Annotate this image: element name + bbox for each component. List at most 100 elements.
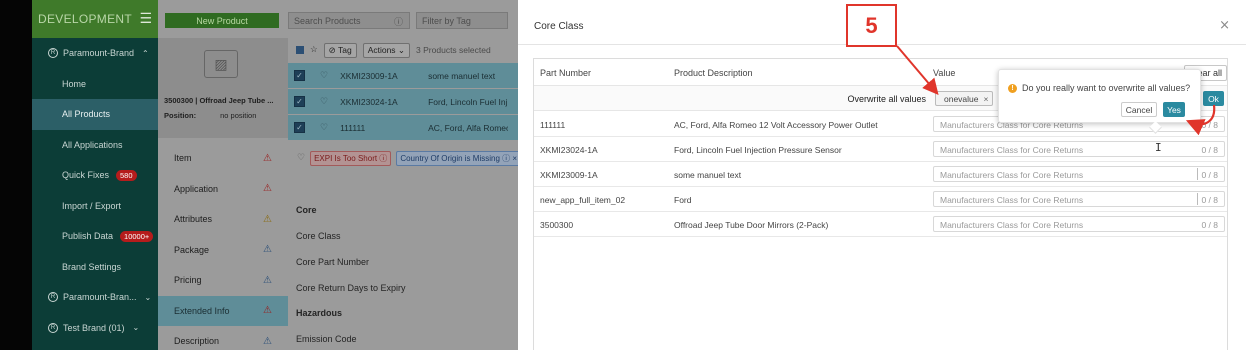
input-placeholder: Manufacturers Class for Core Returns	[940, 145, 1084, 155]
core-class-input[interactable]: Manufacturers Class for Core Returns 0 / …	[933, 166, 1225, 182]
field-label: Core Part Number	[296, 257, 370, 267]
table-row: XKMI23009-1A some manuel text Manufactur…	[534, 162, 1227, 187]
sidebar-brand-3[interactable]: R Test Brand (01) ⌄	[32, 313, 158, 344]
text-cursor-pointer-icon: I	[1155, 141, 1162, 154]
sidebar-item-all-products[interactable]: All Products	[32, 99, 158, 130]
search-input[interactable]: Search Products ⓘ	[288, 12, 410, 29]
sidebar-header: DEVELOPMENT ☰	[32, 0, 158, 38]
row-checkbox[interactable]: ✓	[294, 70, 305, 81]
tab-pricing[interactable]: Pricing ⚠	[158, 265, 288, 296]
tab-attributes[interactable]: Attributes ⚠	[158, 204, 288, 235]
sidebar-item-import-export[interactable]: Import / Export	[32, 191, 158, 222]
overwrite-label: Overwrite all values	[847, 94, 926, 104]
product-row[interactable]: ✓ ♡ 111111 AC, Ford, Alfa Romeo	[288, 115, 518, 140]
product-description: Ford, Lincoln Fuel Injection Pressure Se…	[674, 145, 842, 155]
help-icon: ⓘ	[393, 17, 403, 27]
menu-collapse-icon[interactable]: ☰	[139, 11, 152, 27]
warning-icon: ⚠	[263, 305, 272, 317]
row-checkbox[interactable]: ✓	[294, 122, 305, 133]
environment-title: DEVELOPMENT	[38, 12, 132, 26]
tab-item[interactable]: Item ⚠	[158, 143, 288, 174]
tab-label: Pricing	[174, 275, 202, 286]
core-class-input[interactable]: Manufacturers Class for Core Returns 0 / …	[933, 191, 1225, 207]
tag-filter-input[interactable]: Filter by Tag	[416, 12, 508, 29]
new-product-button[interactable]: New Product	[165, 13, 279, 28]
table-row: XKMI23024-1A Ford, Lincoln Fuel Injectio…	[534, 137, 1227, 162]
sidebar-item-label: Brand Settings	[62, 261, 122, 272]
tab-label: Item	[174, 153, 192, 164]
chevron-down-icon: ⌄	[132, 323, 140, 333]
tab-package[interactable]: Package ⚠	[158, 235, 288, 266]
part-number: XKMI23024-1A	[540, 145, 598, 155]
position-label: Position:	[164, 111, 197, 120]
selection-count: 3 Products selected	[416, 45, 491, 55]
char-counter: 0 / 8	[1201, 145, 1218, 155]
product-description: some manuel text	[674, 170, 742, 180]
remove-tag-icon[interactable]: ×	[984, 94, 989, 104]
product-description: Offroad Jeep Tube Door Mirrors (2-Pack)	[674, 220, 829, 230]
text-cursor	[1197, 168, 1198, 180]
sidebar-brand-2[interactable]: R Paramount-Bran... ⌄	[32, 282, 158, 313]
sidebar-brand-1[interactable]: R Paramount-Brand ⌃	[32, 38, 158, 69]
text-cursor	[1197, 193, 1198, 205]
sidebar-item-label: All Applications	[62, 139, 123, 150]
star-icon[interactable]: ☆	[310, 45, 318, 55]
tab-label: Application	[174, 183, 219, 194]
part-number: XKMI23009-1A	[540, 170, 598, 180]
warning-icon: ⚠	[263, 335, 272, 347]
ok-button[interactable]: Ok	[1203, 91, 1224, 106]
heart-icon[interactable]: ♡	[320, 97, 328, 107]
warning-icon: ⚠	[263, 213, 272, 225]
field-label: Core Return Days to Expiry	[296, 283, 406, 293]
product-title: 3500300 | Offroad Jeep Tube ...	[164, 96, 274, 105]
select-all-checkbox[interactable]	[296, 46, 304, 54]
part-number: XKMI23009-1A	[340, 70, 398, 81]
tab-application[interactable]: Application ⚠	[158, 174, 288, 205]
core-class-input[interactable]: Manufacturers Class for Core Returns 0 / …	[933, 141, 1225, 157]
actions-dropdown[interactable]: Actions ⌄	[362, 42, 411, 58]
sidebar-item-publish-data[interactable]: Publish Data 10000+	[32, 221, 158, 252]
tab-label: Description	[174, 336, 220, 347]
close-icon[interactable]: ×	[1219, 18, 1230, 33]
tag-button-label: Tag	[337, 44, 352, 55]
warning-chip[interactable]: Country Of Origin is Missing ⓘ ×	[396, 150, 522, 166]
column-header-part-number: Part Number	[540, 67, 592, 78]
input-placeholder: Manufacturers Class for Core Returns	[940, 170, 1084, 180]
product-row[interactable]: ✓ ♡ XKMI23024-1A Ford, Lincoln Fuel Inj	[288, 89, 518, 114]
sidebar-item-label: Quick Fixes	[62, 170, 110, 181]
sidebar-item-home[interactable]: Home	[32, 69, 158, 100]
cancel-button[interactable]: Cancel	[1121, 102, 1157, 117]
heart-icon[interactable]: ♡	[320, 123, 328, 133]
sidebar-item-all-applications[interactable]: All Applications	[32, 130, 158, 161]
warning-text: Country Of Origin is Missing	[400, 153, 500, 163]
heart-icon[interactable]: ♡	[320, 71, 328, 81]
validation-warnings: ♡ EXPI Is Too Short ⓘ Country Of Origin …	[288, 146, 522, 170]
tab-extended-info[interactable]: Extended Info ⚠	[158, 295, 288, 326]
section-heading: Core	[296, 205, 317, 215]
sidebar-item-label: All Products	[62, 109, 111, 120]
actions-label: Actions	[367, 44, 396, 55]
row-checkbox[interactable]: ✓	[294, 96, 305, 107]
yes-button[interactable]: Yes	[1163, 102, 1185, 117]
table-row: 3500300 Offroad Jeep Tube Door Mirrors (…	[534, 212, 1227, 237]
part-number: XKMI23024-1A	[340, 96, 398, 107]
product-description: Ford	[674, 195, 692, 205]
char-counter: 0 / 8	[1201, 170, 1218, 180]
tag-button[interactable]: ⊘ Tag	[323, 42, 357, 58]
overwrite-value-tag[interactable]: onevalue ×	[935, 91, 994, 106]
warning-chip[interactable]: EXPI Is Too Short ⓘ	[310, 150, 392, 166]
sidebar-item-label: Home	[62, 78, 87, 89]
core-class-modal: Core Class × Part Number Product Descrip…	[518, 0, 1246, 350]
warning-icon: ⚠	[263, 183, 272, 195]
tab-description[interactable]: Description ⚠	[158, 326, 288, 350]
tab-label: Attributes	[174, 214, 213, 225]
sidebar-item-quick-fixes[interactable]: Quick Fixes 580	[32, 160, 158, 191]
brand-label: Paramount-Bran...	[63, 292, 137, 303]
warning-icon: ⚠	[263, 244, 272, 256]
char-counter: 0 / 8	[1201, 195, 1218, 205]
product-description: some manuel text	[428, 70, 496, 81]
product-row[interactable]: ✓ ♡ XKMI23009-1A some manuel text	[288, 63, 518, 88]
core-class-input[interactable]: Manufacturers Class for Core Returns 0 / …	[933, 216, 1225, 232]
column-header-value: Value	[933, 67, 956, 78]
sidebar-item-brand-settings[interactable]: Brand Settings	[32, 252, 158, 283]
